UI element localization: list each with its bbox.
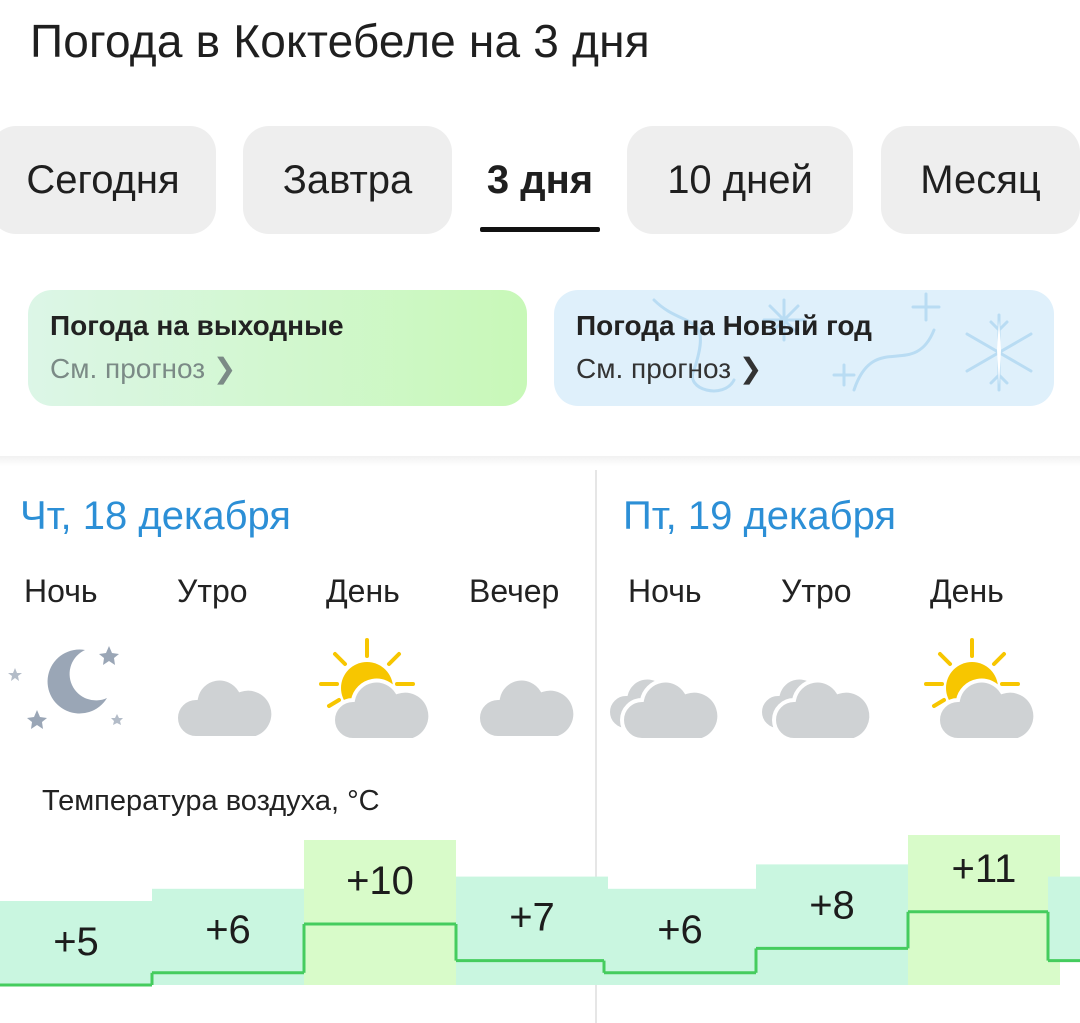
day-date-fri: Пт, 19 декабря: [623, 494, 897, 538]
tab-month[interactable]: Месяц: [881, 126, 1080, 234]
temperature-value-label: +5: [53, 920, 99, 964]
temperature-caption: Температура воздуха, °С: [42, 785, 380, 817]
clear-night-icon: [8, 646, 123, 729]
temperature-value-label: +8: [809, 883, 855, 927]
temperature-value-label: +6: [205, 908, 251, 952]
chevron-right-icon: ❯: [212, 353, 237, 384]
tab-10-days[interactable]: 10 дней: [627, 126, 853, 234]
period-label-thu-day: День: [326, 573, 400, 609]
cloudy-night-icon: [758, 640, 874, 742]
day-date-thu: Чт, 18 декабря: [20, 494, 291, 538]
promo-new-year-title: Погода на Новый год: [576, 310, 872, 341]
tab-month-label: Месяц: [920, 157, 1041, 202]
temperature-value-label: +7: [509, 896, 555, 940]
promo-new-year-card[interactable]: Погода на Новый год См. прогноз ❯: [554, 290, 1054, 406]
promo-weekend-link-text: См. прогноз: [50, 353, 206, 384]
tab-today-label: Сегодня: [26, 157, 180, 202]
promo-new-year-link[interactable]: См. прогноз ❯: [576, 352, 1054, 385]
period-label-thu-night: Ночь: [24, 573, 98, 609]
promo-weekend-card[interactable]: Погода на выходные См. прогноз ❯: [28, 290, 527, 406]
partly-cloudy-day-icon: [319, 638, 433, 742]
section-divider: [0, 456, 1080, 466]
snowflake-decoration-icon: [652, 292, 1033, 393]
tab-tomorrow[interactable]: Завтра: [243, 126, 452, 234]
promo-weekend-title: Погода на выходные: [50, 310, 344, 341]
period-label-thu-morning: Утро: [177, 573, 248, 609]
chevron-right-icon: ❯: [738, 353, 763, 384]
temperature-value-label: +10: [346, 859, 414, 903]
period-label-fri-day: День: [930, 573, 1004, 609]
tab-today[interactable]: Сегодня: [0, 126, 216, 234]
tab-10-days-label: 10 дней: [667, 157, 813, 202]
temperature-value-label: +11: [952, 847, 1017, 891]
period-label-fri-morning: Утро: [781, 573, 852, 609]
period-tabs: Сегодня Завтра 3 дня 10 дней Месяц: [0, 126, 1080, 238]
period-label-thu-evening: Вечер: [469, 573, 560, 609]
promo-weekend-link[interactable]: См. прогноз ❯: [50, 352, 527, 385]
period-label-fri-night: Ночь: [628, 573, 702, 609]
temperature-value-label: +6: [657, 908, 703, 952]
partly-cloudy-day-icon: [924, 638, 1038, 742]
tab-3-days[interactable]: 3 дня: [480, 126, 600, 234]
temperature-bar-partial: [1048, 876, 1080, 961]
active-tab-underline: [480, 227, 600, 232]
cloudy-night-icon: [476, 640, 578, 740]
cloudy-night-icon: [606, 640, 722, 742]
temperature-chart: +5 +6 +10 +7 +6 +8 +11: [0, 835, 1080, 987]
tab-tomorrow-label: Завтра: [282, 157, 413, 202]
tab-3-days-label: 3 дня: [486, 157, 594, 202]
promo-new-year-link-text: См. прогноз: [576, 353, 732, 384]
page-title: Погода в Коктебеле на 3 дня: [30, 15, 650, 67]
cloudy-night-icon: [174, 640, 276, 740]
